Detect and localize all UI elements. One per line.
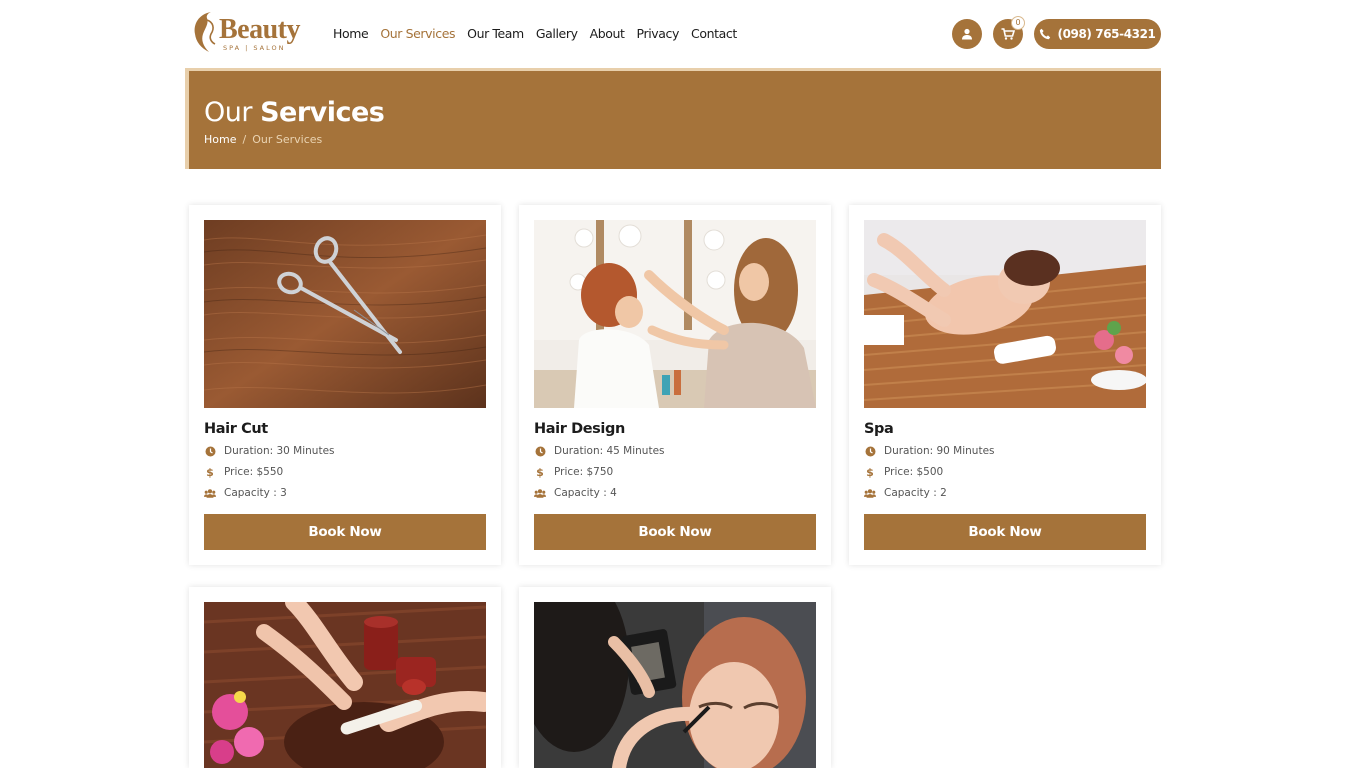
nav-our-team[interactable]: Our Team [467, 24, 524, 44]
service-image-makeup [534, 602, 816, 768]
breadcrumb-home[interactable]: Home [204, 133, 236, 146]
page-banner-inner: Our Services Home / Our Services [189, 71, 1161, 169]
phone-number: (098) 765-4321 [1057, 27, 1156, 41]
main-nav: Home Our Services Our Team Gallery About… [333, 24, 749, 44]
users-icon [204, 487, 216, 499]
book-now-button[interactable]: Book Now [534, 514, 816, 550]
nav-our-services[interactable]: Our Services [380, 24, 455, 44]
service-card-makeup [519, 587, 831, 768]
service-title: Spa [864, 421, 894, 437]
nav-about[interactable]: About [590, 24, 625, 44]
service-capacity: Capacity : 3 [204, 487, 287, 499]
service-card-hair-design: Hair Design Duration: 45 Minutes $ Price… [519, 205, 831, 565]
brand-logo[interactable]: Beauty SPA | SALON [189, 10, 311, 56]
service-card-hair-cut: Hair Cut Duration: 30 Minutes $ Price: $… [189, 205, 501, 565]
dollar-icon: $ [866, 465, 874, 479]
page-title-light: Our [204, 97, 252, 128]
nav-home[interactable]: Home [333, 24, 369, 44]
cart-count-badge: 0 [1011, 16, 1025, 30]
service-image-manicure [204, 602, 486, 768]
hairstylist-image [534, 220, 816, 408]
clock-icon [864, 445, 876, 457]
dollar-icon: $ [206, 465, 214, 479]
price-text: Price: $750 [554, 466, 614, 478]
nav-gallery[interactable]: Gallery [536, 24, 578, 44]
users-icon [864, 487, 876, 499]
capacity-text: Capacity : 3 [224, 487, 287, 499]
page-title-bold: Services [260, 97, 385, 128]
service-duration: Duration: 30 Minutes [204, 445, 335, 457]
phone-button[interactable]: (098) 765-4321 [1034, 19, 1161, 49]
service-title: Hair Cut [204, 421, 268, 437]
page-banner: Our Services Home / Our Services [185, 68, 1161, 169]
service-title: Hair Design [534, 421, 625, 437]
page-title: Our Services [204, 97, 385, 128]
book-now-button[interactable]: Book Now [204, 514, 486, 550]
service-price: $ Price: $750 [534, 465, 614, 479]
cart-icon [1001, 28, 1015, 40]
price-text: Price: $550 [224, 466, 284, 478]
service-capacity: Capacity : 4 [534, 487, 617, 499]
service-capacity: Capacity : 2 [864, 487, 947, 499]
service-price: $ Price: $550 [204, 465, 284, 479]
duration-text: Duration: 45 Minutes [554, 445, 665, 457]
service-duration: Duration: 45 Minutes [534, 445, 665, 457]
duration-text: Duration: 90 Minutes [884, 445, 995, 457]
clock-icon [204, 445, 216, 457]
manicure-image [204, 602, 486, 768]
brand-name: Beauty [219, 14, 301, 45]
duration-text: Duration: 30 Minutes [224, 445, 335, 457]
book-now-button[interactable]: Book Now [864, 514, 1146, 550]
service-card-manicure [189, 587, 501, 768]
dollar-icon: $ [536, 465, 544, 479]
brand-tagline: SPA | SALON [223, 44, 286, 52]
breadcrumb-separator: / [242, 133, 247, 146]
price-text: Price: $500 [884, 466, 944, 478]
woman-silhouette-icon [194, 12, 216, 52]
service-duration: Duration: 90 Minutes [864, 445, 995, 457]
capacity-text: Capacity : 2 [884, 487, 947, 499]
breadcrumb-current: Our Services [252, 133, 323, 146]
makeup-artist-image [534, 602, 816, 768]
scissors-on-hair-image [204, 220, 486, 408]
site-header: Beauty SPA | SALON Home Our Services Our… [0, 0, 1347, 68]
nav-privacy[interactable]: Privacy [637, 24, 680, 44]
service-price: $ Price: $500 [864, 465, 944, 479]
user-icon [962, 28, 972, 40]
clock-icon [534, 445, 546, 457]
spa-massage-image [864, 220, 1146, 408]
service-image-hair-design [534, 220, 816, 408]
service-card-spa: Spa Duration: 90 Minutes $ Price: $500 C… [849, 205, 1161, 565]
nav-contact[interactable]: Contact [691, 24, 737, 44]
breadcrumb: Home / Our Services [204, 133, 322, 146]
service-image-hair-cut [204, 220, 486, 408]
capacity-text: Capacity : 4 [554, 487, 617, 499]
service-image-spa [864, 220, 1146, 408]
users-icon [534, 487, 546, 499]
phone-icon [1040, 28, 1051, 40]
account-button[interactable] [952, 19, 982, 49]
